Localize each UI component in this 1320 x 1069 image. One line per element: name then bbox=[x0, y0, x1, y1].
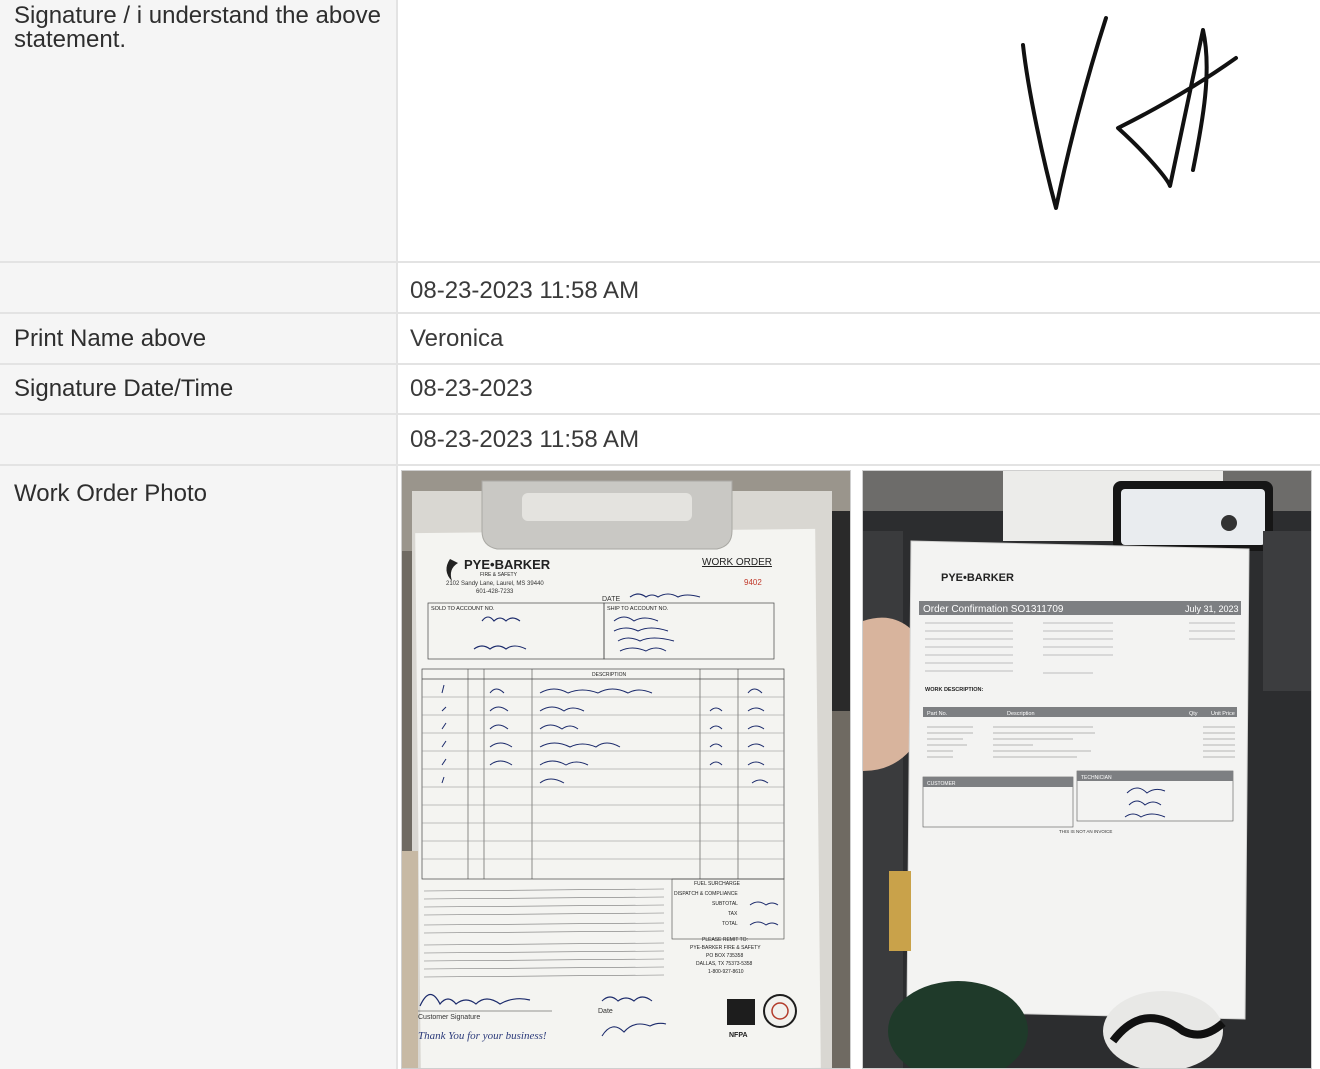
signature-image bbox=[1021, 16, 1238, 210]
photo1-description-header: DESCRIPTION bbox=[592, 672, 627, 678]
photo1-doc-title: WORK ORDER bbox=[702, 557, 772, 568]
photo1-phone: 601-428-7233 bbox=[476, 589, 514, 595]
photo1-doc-number: 9402 bbox=[744, 578, 762, 587]
photo1-date-word: Date bbox=[598, 1008, 613, 1015]
photo1-nfpa: NFPA bbox=[729, 1032, 748, 1039]
photo1-customer-signature: Customer Signature bbox=[418, 1014, 480, 1021]
photo2-not-invoice: THIS IS NOT AN INVOICE bbox=[1059, 829, 1112, 834]
signature-date-label: Signature Date/Time bbox=[14, 375, 234, 402]
photo1-fuel: FUEL SURCHARGE bbox=[694, 881, 741, 887]
signature-date-value: 08-23-2023 bbox=[410, 375, 533, 402]
signature-date-timestamp-value: 08-23-2023 11:58 AM bbox=[410, 425, 640, 453]
photo2-qty: Qty bbox=[1189, 711, 1198, 717]
work-order-photo-2[interactable]: PYE•BARKER Order Confirmation SO1311709 … bbox=[862, 470, 1312, 1069]
photo1-subtotal: SUBTOTAL bbox=[712, 901, 738, 907]
signature-timestamp-cell: 08-23-2023 11:58 AM bbox=[396, 263, 1320, 314]
photo1-remit-title: PLEASE REMIT TO: bbox=[702, 937, 748, 943]
signature-value-cell bbox=[396, 0, 1320, 263]
photo2-desc-col: Description bbox=[1007, 711, 1035, 717]
signature-date-label-cell: Signature Date/Time bbox=[0, 365, 396, 415]
photo2-work-description: WORK DESCRIPTION: bbox=[925, 687, 984, 693]
photo1-sold-to: SOLD TO ACCOUNT NO. bbox=[431, 606, 495, 612]
signature-timestamp-label-cell bbox=[0, 263, 396, 314]
print-name-value: Veronica bbox=[410, 324, 504, 352]
photo1-brand-sub: FIRE & SAFETY bbox=[480, 572, 518, 578]
work-order-photo-label-cell: Work Order Photo bbox=[0, 466, 396, 1069]
photo1-ship-to: SHIP TO ACCOUNT NO. bbox=[607, 606, 669, 612]
photo2-technician: TECHNICIAN bbox=[1081, 775, 1112, 781]
photo2-title: Order Confirmation SO1311709 bbox=[923, 604, 1064, 615]
signature-label-cell: Signature / i understand the above state… bbox=[0, 0, 396, 263]
photo1-tax: TAX bbox=[728, 911, 738, 917]
work-order-photo-1[interactable]: PYE•BARKER FIRE & SAFETY 2102 Sandy Lane… bbox=[401, 470, 851, 1069]
print-name-label: Print Name above bbox=[14, 324, 207, 352]
work-order-photo-1-image: PYE•BARKER FIRE & SAFETY 2102 Sandy Lane… bbox=[402, 471, 850, 1068]
print-name-cell: Veronica bbox=[396, 314, 1320, 365]
photo1-thanks: Thank You for your business! bbox=[418, 1030, 547, 1042]
photo1-address: 2102 Sandy Lane, Laurel, MS 39440 bbox=[446, 581, 544, 587]
photo1-remit-name: PYE-BARKER FIRE & SAFETY bbox=[690, 945, 761, 951]
photo1-dispatch: DISPATCH & COMPLIANCE bbox=[674, 891, 738, 897]
signature-timestamp-value: 08-23-2023 11:58 AM bbox=[410, 276, 640, 304]
photo1-remit-box: PO BOX 735358 bbox=[706, 953, 743, 959]
photo2-part-no: Part No. bbox=[927, 711, 948, 717]
photo1-date-label: DATE bbox=[602, 596, 620, 603]
signature-date-timestamp-label-cell bbox=[0, 415, 396, 466]
photo2-brand: PYE•BARKER bbox=[941, 572, 1014, 584]
photo1-total: TOTAL bbox=[722, 921, 738, 927]
photo1-remit-city: DALLAS, TX 75373-5358 bbox=[696, 961, 753, 967]
signature-details-table: Signature / i understand the above state… bbox=[0, 0, 1320, 1069]
signature-label: Signature / i understand the above state… bbox=[14, 2, 381, 53]
photo1-remit-phone: 1-800-927-8610 bbox=[708, 969, 744, 975]
work-order-photo-label: Work Order Photo bbox=[14, 480, 207, 507]
photo1-brand: PYE•BARKER bbox=[464, 557, 551, 572]
photo2-customer: CUSTOMER bbox=[927, 781, 956, 787]
photo2-date: July 31, 2023 bbox=[1185, 604, 1239, 614]
work-order-photo-2-image: PYE•BARKER Order Confirmation SO1311709 … bbox=[863, 471, 1311, 1068]
print-name-label-cell: Print Name above bbox=[0, 314, 396, 365]
signature-date-cell: 08-23-2023 bbox=[396, 365, 1320, 415]
photo2-unit-price: Unit Price bbox=[1211, 711, 1235, 717]
signature-date-timestamp-cell: 08-23-2023 11:58 AM bbox=[396, 415, 1320, 466]
